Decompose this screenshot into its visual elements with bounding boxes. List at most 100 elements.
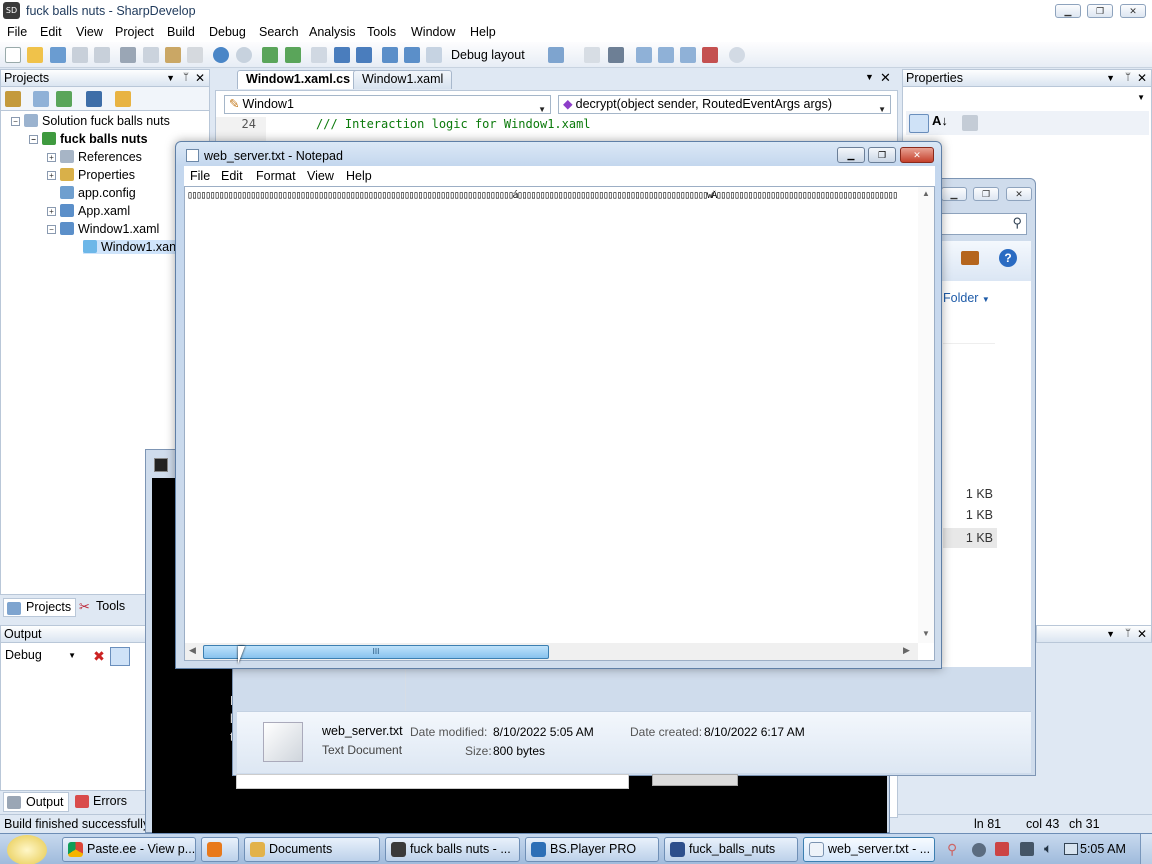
scroll-left-icon[interactable]: ◀ — [189, 645, 196, 656]
menu-file[interactable]: File — [7, 25, 27, 39]
scroll-down-icon[interactable]: ▼ — [922, 629, 930, 638]
pause-icon[interactable] — [334, 47, 350, 63]
network-icon[interactable] — [1020, 842, 1034, 856]
editor-tab-menu-icon[interactable]: ▼ — [865, 72, 874, 82]
save-copy-icon[interactable] — [94, 47, 110, 63]
power-icon[interactable] — [1064, 843, 1078, 855]
notepad-menu-view[interactable]: View — [307, 169, 334, 183]
uncomment-icon[interactable] — [658, 47, 674, 63]
pane-dropdown-icon[interactable]: ▼ — [1106, 626, 1115, 642]
tree-node-project[interactable]: − fuck balls nuts — [29, 132, 148, 146]
menu-window[interactable]: Window — [411, 25, 455, 39]
output-source-combo[interactable]: Debug ▼ — [5, 647, 79, 666]
file-row-selected[interactable]: 1 KB — [943, 528, 997, 548]
pin-icon[interactable]: ᛘ — [183, 70, 189, 86]
comment-icon[interactable] — [636, 47, 652, 63]
explorer-minimize-button[interactable]: ▁ — [941, 187, 967, 201]
tree-node-window1-cs[interactable]: Window1.xan — [83, 240, 181, 254]
cut-icon[interactable] — [120, 47, 136, 63]
tree-node-properties[interactable]: + Properties — [47, 168, 135, 182]
help-icon[interactable]: ? — [999, 249, 1017, 267]
pane-close-icon[interactable]: ✕ — [1137, 70, 1147, 86]
properties-object-combo[interactable]: ▼ — [906, 90, 1149, 109]
pin-icon[interactable]: ᛘ — [1125, 70, 1131, 86]
notepad-minimize-button[interactable]: ▁ — [837, 147, 865, 163]
tab-window1-xaml-cs[interactable]: Window1.xaml.cs — [237, 70, 360, 89]
menu-help[interactable]: Help — [470, 25, 496, 39]
open-icon[interactable] — [27, 47, 43, 63]
toggle-icon[interactable] — [702, 47, 718, 63]
tab-tools[interactable]: ✂ Tools — [76, 598, 129, 617]
editor-close-icon[interactable]: ✕ — [880, 70, 891, 86]
notepad-close-button[interactable]: ✕ — [900, 147, 934, 163]
word-wrap-icon[interactable] — [110, 647, 130, 666]
menu-build[interactable]: Build — [167, 25, 195, 39]
notepad-menu-help[interactable]: Help — [346, 169, 372, 183]
stop-icon[interactable] — [356, 47, 372, 63]
taskbar-item-bsplayer[interactable]: BS.Player PRO — [525, 837, 659, 862]
tab-output[interactable]: Output — [3, 792, 69, 812]
tree-node-app-config[interactable]: app.config — [60, 186, 136, 200]
debug-layout-combo[interactable]: Debug layout ▼ — [451, 46, 539, 79]
property-pages-icon[interactable] — [962, 115, 978, 131]
horizontal-scroll-thumb[interactable]: III — [203, 645, 549, 659]
explorer-close-button[interactable]: ✕ — [1006, 187, 1032, 201]
menu-debug[interactable]: Debug — [209, 25, 246, 39]
clear-output-icon[interactable]: ✖ — [91, 649, 107, 665]
tab-window1-xaml[interactable]: Window1.xaml — [353, 70, 453, 89]
notepad-menu-format[interactable]: Format — [256, 169, 296, 183]
tree-node-references[interactable]: + References — [47, 150, 142, 164]
scroll-right-icon[interactable]: ▶ — [903, 645, 910, 656]
bookmark-icon[interactable] — [548, 47, 564, 63]
menu-project[interactable]: Project — [115, 25, 154, 39]
pane-close-icon[interactable]: ✕ — [1137, 626, 1147, 642]
dialog-button[interactable] — [652, 774, 738, 786]
open-folder-icon[interactable] — [115, 91, 131, 107]
find-icon[interactable] — [729, 47, 745, 63]
delete-icon[interactable] — [187, 47, 203, 63]
class-combo[interactable]: ✎ Window1 ▼ — [224, 95, 551, 114]
notepad-menu-file[interactable]: File — [190, 169, 210, 183]
start-button[interactable] — [7, 835, 47, 864]
column-header-size[interactable] — [943, 327, 995, 344]
clock[interactable]: 5:05 AM — [1080, 842, 1126, 856]
action-center-icon[interactable] — [995, 842, 1009, 856]
dialog-input-field[interactable] — [236, 774, 629, 789]
maximize-button[interactable]: ❐ — [1087, 4, 1113, 18]
taskbar-item-console[interactable]: fuck_balls_nuts — [664, 837, 798, 862]
tab-errors[interactable]: Errors — [73, 792, 131, 812]
pin-icon[interactable]: ᛘ — [1125, 626, 1131, 642]
close-button[interactable]: ✕ — [1120, 4, 1146, 18]
vertical-scrollbar[interactable]: ▲ ▼ — [918, 187, 934, 643]
save-icon[interactable] — [72, 47, 88, 63]
save-all-icon[interactable] — [50, 47, 66, 63]
pane-dropdown-icon[interactable]: ▼ — [166, 70, 175, 86]
build-icon[interactable] — [262, 47, 278, 63]
tree-node-window1-xaml[interactable]: − Window1.xaml — [47, 222, 159, 236]
notepad-maximize-button[interactable]: ❐ — [868, 147, 896, 163]
taskbar-item-firefox[interactable] — [201, 837, 239, 862]
preview-pane-icon[interactable] — [961, 251, 979, 265]
redo-icon[interactable] — [236, 47, 252, 63]
paste-icon[interactable] — [165, 47, 181, 63]
volume-icon[interactable]: 🔈︎ — [1044, 840, 1052, 857]
alphabetical-icon[interactable]: A↓ — [932, 113, 948, 128]
run-icon[interactable] — [311, 47, 327, 63]
notepad-text-area[interactable]: ▯▯▯▯▯▯▯▯▯▯▯▯▯▯▯▯▯▯▯▯▯▯▯▯▯▯▯▯▯▯▯▯▯▯▯▯▯▯▯▯… — [184, 186, 935, 661]
format-icon[interactable] — [584, 47, 600, 63]
rebuild-icon[interactable] — [285, 47, 301, 63]
search-tray-icon[interactable]: ⚲ — [947, 841, 957, 858]
menu-view[interactable]: View — [76, 25, 103, 39]
horizontal-scrollbar[interactable]: ◀ III ▶ — [185, 643, 918, 660]
taskbar-item-notepad[interactable]: web_server.txt - ... — [803, 837, 935, 862]
step-out-icon[interactable] — [426, 47, 442, 63]
minimize-button[interactable]: ▁ — [1055, 4, 1081, 18]
menu-tools[interactable]: Tools — [367, 25, 396, 39]
pane-close-icon[interactable]: ✕ — [195, 70, 205, 86]
outline-icon[interactable] — [680, 47, 696, 63]
notepad-menu-edit[interactable]: Edit — [221, 169, 243, 183]
pane-dropdown-icon[interactable]: ▼ — [1106, 70, 1115, 86]
project-properties-icon[interactable] — [5, 91, 21, 107]
explorer-search-box[interactable]: ⚲ — [939, 213, 1027, 235]
new-folder-button[interactable]: Folder ▼ — [943, 291, 990, 305]
